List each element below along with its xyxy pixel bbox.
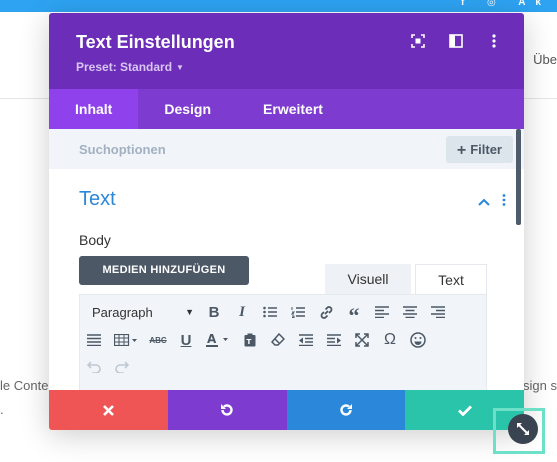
paste-text-icon[interactable]: T <box>236 328 264 352</box>
bold-icon[interactable]: B <box>200 300 228 324</box>
undo-button[interactable] <box>167 390 287 430</box>
filter-label: Filter <box>470 142 502 157</box>
undo-icon[interactable] <box>80 355 108 379</box>
special-character-icon[interactable]: Ω <box>376 328 404 352</box>
body-field-label: Body <box>79 232 111 248</box>
add-media-button[interactable]: MEDIEN HINZUFÜGEN <box>79 256 249 285</box>
align-right-icon[interactable] <box>424 300 452 324</box>
check-icon <box>457 405 472 416</box>
section-more-icon[interactable] <box>502 193 506 211</box>
numbered-list-icon[interactable] <box>284 300 312 324</box>
paragraph-format-label: Paragraph <box>92 304 153 320</box>
outdent-icon[interactable] <box>292 328 320 352</box>
caret-down-icon: ▼ <box>176 63 184 73</box>
bullet-list-icon[interactable] <box>256 300 284 324</box>
plus-icon: + <box>456 142 467 159</box>
undo-arrow-icon <box>221 404 233 416</box>
justify-icon[interactable] <box>80 328 108 352</box>
clear-formatting-icon[interactable] <box>264 328 292 352</box>
site-body-text-right: sign s <box>523 378 557 393</box>
site-top-bar: f ◎ Ak <box>0 0 557 12</box>
modal-header: Text Einstellungen Preset: Standard ▼ <box>49 13 524 89</box>
align-center-icon[interactable] <box>396 300 424 324</box>
editor-toolbar: Paragraph ▼ B I “ ABC U A T Ω <box>79 294 487 394</box>
modal-title: Text Einstellungen <box>76 32 235 52</box>
link-icon[interactable] <box>312 300 340 324</box>
header-actions <box>410 33 502 49</box>
site-nav-partial[interactable]: Übe <box>533 52 557 67</box>
site-body-text-left-2: . <box>0 402 4 417</box>
sidebar-layout-icon[interactable] <box>448 33 464 49</box>
settings-tabs: Inhalt Design Erweitert <box>49 89 524 129</box>
search-input[interactable]: Suchoptionen <box>79 142 166 157</box>
site-body-text-left: le Conte <box>0 378 49 393</box>
editor-tab-text[interactable]: Text <box>415 264 487 295</box>
resize-handle[interactable] <box>508 414 538 444</box>
svg-text:T: T <box>247 338 252 346</box>
caret-down-icon: ▼ <box>185 307 194 317</box>
search-bar: Suchoptionen + Filter <box>49 129 524 169</box>
toolbar-row-2: ABC U A T Ω <box>80 327 432 353</box>
close-icon <box>102 404 114 416</box>
section-actions <box>478 193 506 211</box>
text-settings-modal: Text Einstellungen Preset: Standard ▼ Inh… <box>49 13 524 430</box>
table-icon[interactable] <box>108 328 144 352</box>
filter-button[interactable]: + Filter <box>445 136 513 163</box>
redo-icon[interactable] <box>108 355 136 379</box>
redo-arrow-icon <box>340 404 352 416</box>
redo-button[interactable] <box>286 390 406 430</box>
italic-icon[interactable]: I <box>228 300 256 324</box>
emoji-icon[interactable] <box>404 328 432 352</box>
align-left-icon[interactable] <box>368 300 396 324</box>
underline-icon[interactable]: U <box>172 328 200 352</box>
toolbar-row-3 <box>80 354 136 380</box>
more-options-icon[interactable] <box>486 33 502 49</box>
editor-tab-visual[interactable]: Visuell <box>325 264 411 295</box>
tab-inhalt[interactable]: Inhalt <box>49 89 139 129</box>
discard-button[interactable] <box>49 390 168 430</box>
preset-dropdown[interactable]: Preset: Standard ▼ <box>76 60 184 74</box>
chevron-up-icon[interactable] <box>478 193 490 211</box>
resize-icon <box>517 423 529 435</box>
indent-icon[interactable] <box>320 328 348 352</box>
section-title[interactable]: Text <box>79 188 116 211</box>
toolbar-row-1: Paragraph ▼ B I “ <box>80 299 452 328</box>
modal-action-bar <box>49 390 524 430</box>
tab-erweitert[interactable]: Erweitert <box>237 89 349 129</box>
social-icons[interactable]: f ◎ Ak <box>461 0 551 8</box>
blockquote-icon[interactable]: “ <box>340 300 368 328</box>
text-color-icon[interactable]: A <box>200 328 236 352</box>
expand-modal-icon[interactable] <box>410 33 426 49</box>
svg-text:A: A <box>207 333 217 346</box>
preset-label: Preset: Standard <box>76 60 173 74</box>
tab-design[interactable]: Design <box>138 89 237 129</box>
strikethrough-icon[interactable]: ABC <box>144 328 172 352</box>
paragraph-format-select[interactable]: Paragraph ▼ <box>92 305 200 320</box>
fullscreen-icon[interactable] <box>348 328 376 352</box>
scrollbar[interactable] <box>516 129 521 225</box>
